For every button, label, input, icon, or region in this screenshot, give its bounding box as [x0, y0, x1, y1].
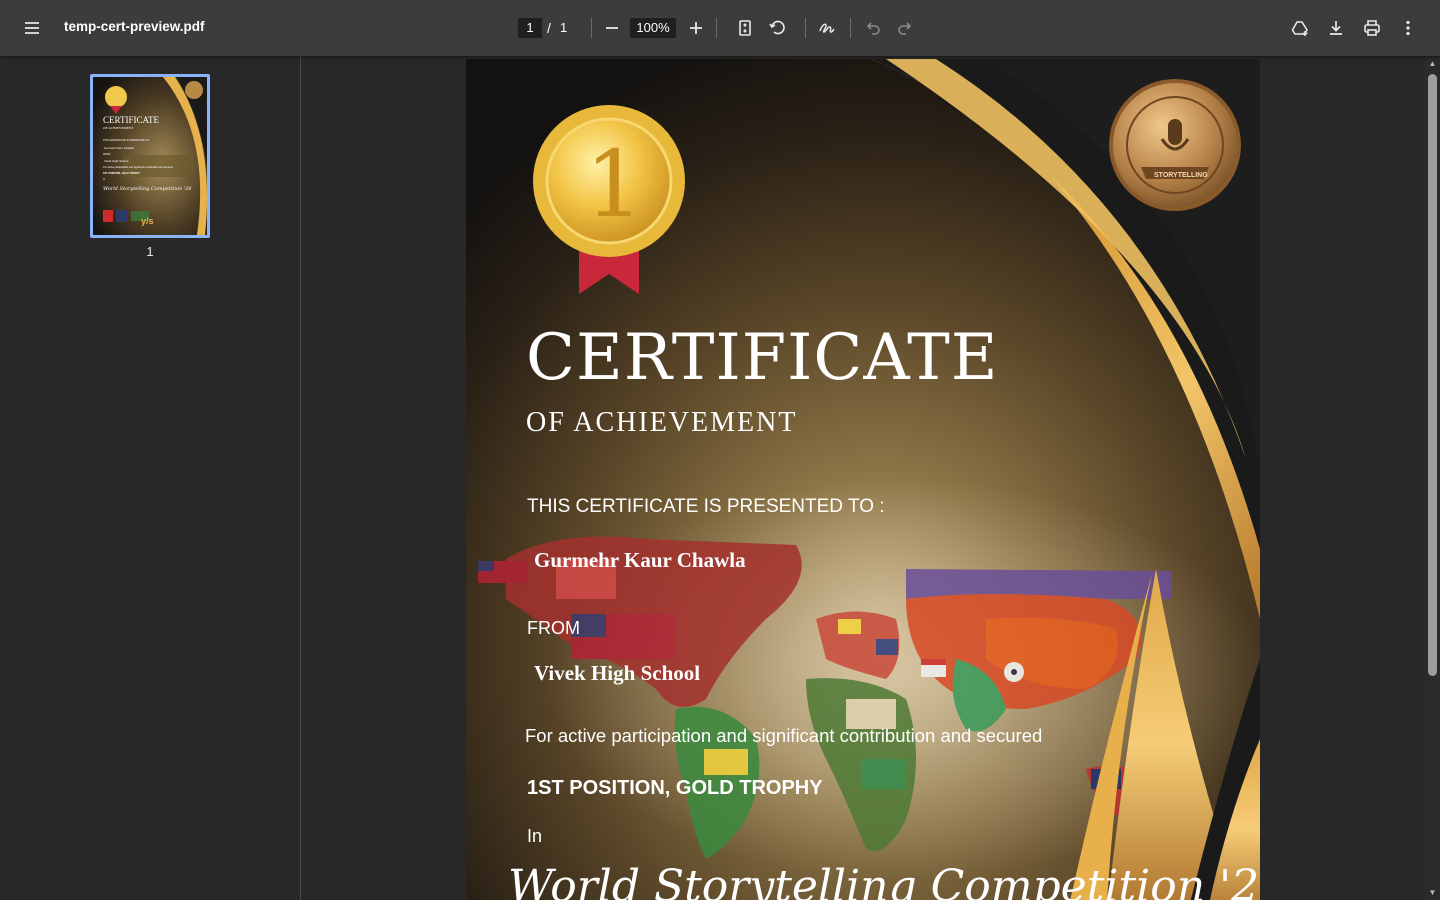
fit-page-icon[interactable]	[729, 12, 761, 44]
thumbnail-description: For active participation and significant…	[103, 166, 173, 169]
thumbnail-competition: World Storytelling Competition '26	[103, 186, 192, 192]
thumbnail-subtitle: OF ACHIEVEMENT	[103, 126, 134, 130]
scroll-up-icon[interactable]: ▲	[1428, 59, 1437, 68]
page-total: 1	[560, 20, 568, 35]
in-label: In	[527, 826, 543, 846]
thumbnail-preview	[93, 77, 207, 235]
toolbar-divider	[850, 18, 851, 38]
certificate-subtitle: OF ACHIEVEMENT	[526, 407, 798, 438]
annotate-icon[interactable]	[811, 12, 843, 44]
redo-icon[interactable]	[889, 12, 921, 44]
thumbnail-from: FROM	[103, 153, 111, 156]
rotate-icon[interactable]	[761, 12, 793, 44]
seal-text: STORYTELLING	[1154, 172, 1208, 179]
thumbnail-school: Vivek High School	[104, 159, 129, 163]
from-label: FROM	[527, 618, 580, 638]
competition-name: World Storytelling Competition '26	[508, 861, 1260, 900]
zoom-in-icon[interactable]	[680, 12, 712, 44]
scrollbar-thumb[interactable]	[1428, 74, 1437, 676]
pdf-toolbar: temp-cert-preview.pdf / 1	[0, 0, 1440, 56]
document-viewer[interactable]: 1 STORYTELLING CERTIFICATE OF ACHIEVEMEN…	[301, 56, 1425, 900]
page-separator: /	[547, 20, 551, 36]
achievement-description: For active participation and significant…	[525, 725, 1043, 746]
thumbnail-title: CERTIFICATE	[103, 115, 159, 125]
certificate-page: 1 STORYTELLING CERTIFICATE OF ACHIEVEMEN…	[466, 59, 1260, 900]
school-name: Vivek High School	[534, 661, 701, 685]
print-icon[interactable]	[1356, 12, 1388, 44]
toolbar-divider	[591, 18, 592, 38]
menu-icon[interactable]	[16, 12, 48, 44]
vertical-scrollbar[interactable]: ▲ ▼	[1425, 56, 1440, 900]
zoom-input[interactable]	[630, 18, 676, 38]
save-drive-icon[interactable]	[1284, 12, 1316, 44]
certificate-title: CERTIFICATE	[526, 321, 999, 395]
thumbnail-presented: THIS CERTIFICATE IS PRESENTED TO :	[103, 139, 151, 142]
presented-to-label: THIS CERTIFICATE IS PRESENTED TO :	[527, 496, 885, 517]
undo-icon[interactable]	[857, 12, 889, 44]
download-icon[interactable]	[1320, 12, 1352, 44]
document-title: temp-cert-preview.pdf	[64, 19, 205, 34]
recipient-name: Gurmehr Kaur Chawla	[534, 548, 746, 572]
toolbar-divider	[716, 18, 717, 38]
toolbar-divider	[805, 18, 806, 38]
scroll-down-icon[interactable]: ▼	[1428, 888, 1437, 897]
page-number-input[interactable]	[518, 18, 542, 38]
storytelling-seal	[1109, 79, 1241, 211]
thumbnail-logo-text: y/s	[141, 216, 154, 226]
thumbnail-page-label: 1	[146, 244, 154, 259]
thumbnail-position: 1ST POSITION, GOLD TROPHY	[103, 172, 140, 175]
zoom-out-icon[interactable]	[596, 12, 628, 44]
thumbnail-sidebar: CERTIFICATE OF ACHIEVEMENT THIS CERTIFIC…	[0, 56, 301, 900]
more-icon[interactable]	[1392, 12, 1424, 44]
thumbnail-in: In	[103, 178, 106, 181]
achievement-position: 1ST POSITION, GOLD TROPHY	[527, 777, 823, 799]
thumbnail-recipient: Gurmehr Kaur Chawla	[104, 146, 134, 150]
page-thumbnail[interactable]: CERTIFICATE OF ACHIEVEMENT THIS CERTIFIC…	[90, 74, 210, 238]
medal-number: 1	[585, 131, 644, 238]
